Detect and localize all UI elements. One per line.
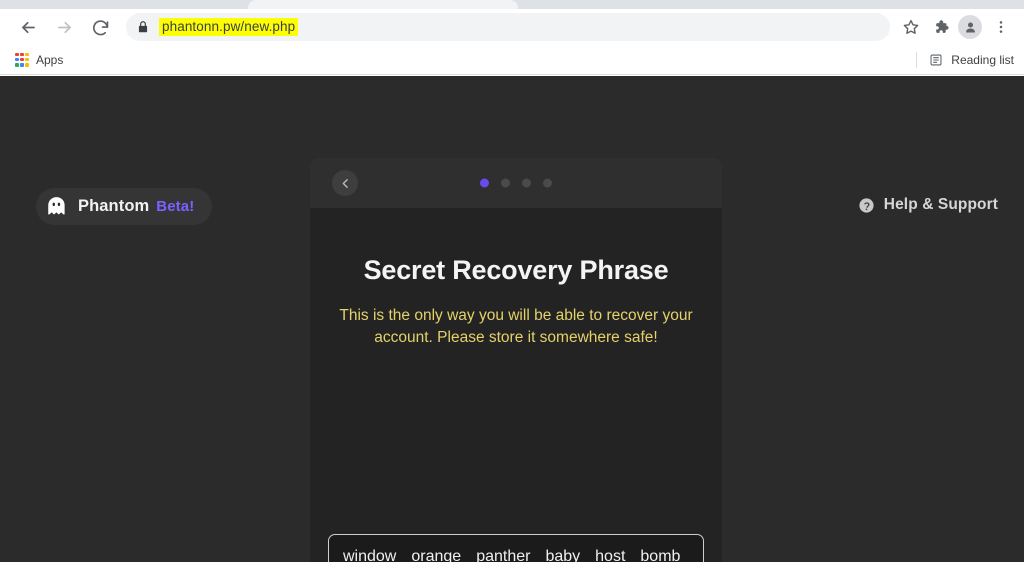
omnibox[interactable]: phantonn.pw/new.php [126,13,890,41]
browser-tab[interactable] [248,0,518,9]
phantom-brand-pill[interactable]: Phantom Beta! [36,188,213,225]
seed-word: panther [476,548,531,562]
bookmarks-divider [916,51,918,68]
phantom-ghost-icon [48,197,65,215]
card-header [310,158,722,208]
tab-strip [0,0,1024,9]
onboarding-card: Secret Recovery Phrase This is the only … [310,158,722,562]
reading-list-icon [930,54,942,65]
seed-word: orange [411,548,462,562]
apps-label: Apps [36,52,64,67]
seed-phrase-box[interactable]: windoworangepantherbabyhostbombcommonfro… [328,534,704,562]
chrome-menu-icon[interactable] [988,14,1014,40]
warning-text: This is the only way you will be able to… [339,307,693,346]
step-indicator [480,178,552,188]
seed-phrase-words: windoworangepantherbabyhostbombcommonfro… [343,547,689,562]
brand-beta-badge: Beta! [156,198,195,215]
step-dot-1[interactable] [480,178,489,188]
url-text[interactable]: phantonn.pw/new.php [159,18,299,36]
browser-chrome: phantonn.pw/new.php Apps Reading list [0,0,1024,76]
help-circle-icon [859,197,874,213]
reading-list-label: Reading list [951,52,1014,67]
bookmarks-bar: Apps Reading list [0,45,1024,75]
card-body: Secret Recovery Phrase This is the only … [310,255,722,562]
help-support-label: Help & Support [883,196,998,213]
seed-word: window [343,548,397,562]
back-icon[interactable] [14,13,42,41]
seed-word: host [595,548,626,562]
profile-avatar-icon[interactable] [958,15,982,39]
bookmark-star-icon[interactable] [898,14,924,40]
chevron-left-icon[interactable] [332,170,358,196]
page-content: Phantom Beta! Help & Support Secret Reco… [0,76,1024,562]
step-dot-2[interactable] [501,178,510,188]
help-support-link[interactable]: Help & Support [858,196,998,214]
seed-word: baby [545,548,581,562]
apps-shortcut-button[interactable]: Apps [8,50,70,70]
page-title: Secret Recovery Phrase [363,255,669,285]
step-dot-3[interactable] [522,178,531,188]
reload-icon[interactable] [86,13,114,41]
step-dot-4[interactable] [543,178,552,188]
browser-toolbar: phantonn.pw/new.php [0,9,1024,45]
apps-grid-icon [15,52,29,67]
forward-icon[interactable] [50,13,78,41]
extensions-puzzle-icon[interactable] [928,14,954,40]
reading-list-button[interactable]: Reading list [916,49,1022,71]
lock-icon [138,21,148,33]
brand-name: Phantom [78,197,150,215]
seed-word: bomb [640,548,681,562]
